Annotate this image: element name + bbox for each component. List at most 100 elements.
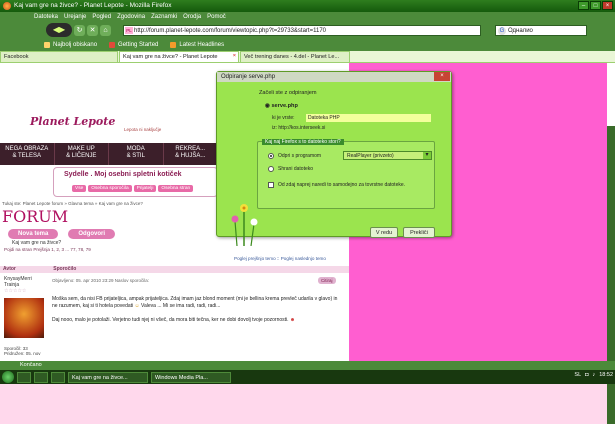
bookmark-label: Getting Started xyxy=(118,41,159,48)
category-face-body[interactable]: NEGA OBRAZA & TELESA xyxy=(0,143,55,165)
post-header-bar: Avtor Sporočilo xyxy=(0,266,349,273)
site-logo[interactable]: Planet Lepote xyxy=(30,115,115,128)
taskbar-firefox[interactable]: Kaj vam gre na živce... xyxy=(68,371,148,383)
thread-title-link[interactable]: Kaj vam gre na živce? xyxy=(12,240,61,246)
bookmark-most-visited[interactable]: Najbolj obiskano xyxy=(44,41,98,48)
window-title: Kaj vam gre na živce? - Planet Lepote - … xyxy=(14,2,172,9)
clock[interactable]: 18:52 xyxy=(599,372,613,378)
quick-launch-icon[interactable] xyxy=(51,371,65,383)
topic-navigation[interactable]: Poglej prejšnjo temo :: Poglej naslednjo… xyxy=(234,256,326,261)
bookmark-icon xyxy=(109,41,116,48)
quick-launch-icon[interactable] xyxy=(17,371,31,383)
save-file-label: Shrani datoteko xyxy=(278,166,314,172)
quick-launch-icon[interactable] xyxy=(34,371,48,383)
bookmark-latest-headlines[interactable]: Latest Headlines xyxy=(170,41,225,48)
quote-button[interactable]: Citiraj xyxy=(318,277,336,284)
post-body-line: Daj nooo, malo je potolaži. Verjetno tud… xyxy=(52,317,290,323)
user-joined: Pridružen: 05. nov xyxy=(4,351,41,356)
home-icon[interactable]: ⌂ xyxy=(100,24,111,36)
from-line: iz: http://kos.interseek.si xyxy=(272,125,325,131)
save-file-radio[interactable] xyxy=(268,166,274,172)
category-nav: NEGA OBRAZA & TELESA MAKE UP & LIČENJE MOD… xyxy=(0,143,218,165)
navigation-toolbar: ◀▶ ↻ ✕ ⌂ PL http://forum.planet-lepote.c… xyxy=(0,22,615,38)
chip-friends[interactable]: Prijatelji xyxy=(133,185,157,192)
cancel-button[interactable]: Prekliči xyxy=(403,227,435,238)
wink-smiley-icon: ☺ xyxy=(134,303,140,309)
bookmark-label: Latest Headlines xyxy=(179,41,225,48)
system-tray: SL ◘ ♪ 18:52 xyxy=(574,372,613,378)
search-input[interactable]: G Одналио xyxy=(495,24,587,36)
program-select[interactable]: RealPlayer (privzeto) xyxy=(343,151,432,160)
category-line: & TELESA xyxy=(12,153,42,159)
network-icon[interactable]: ◘ xyxy=(585,372,588,378)
rank-stars-icon: ☆☆☆☆☆ xyxy=(4,288,27,294)
address-bar[interactable]: PL http://forum.planet-lepote.com/forum/… xyxy=(123,24,481,36)
personal-corner-title: Sydelle . Moj osebni spletni kotiček xyxy=(64,171,182,178)
open-with-label: Odpri s programom xyxy=(278,153,322,159)
pagination[interactable]: Pojdi na stran Prejšnja 1, 2, 3 ... 77, … xyxy=(4,247,91,252)
type-value: Datoteka PHP xyxy=(306,114,431,122)
menu-history[interactable]: Zgodovina xyxy=(117,14,145,20)
bookmark-getting-started[interactable]: Getting Started xyxy=(109,41,159,48)
menu-tools[interactable]: Orodja xyxy=(183,14,201,20)
start-button[interactable] xyxy=(2,371,14,383)
menu-edit[interactable]: Urejanje xyxy=(64,14,86,20)
dialog-filename-text: serve.php xyxy=(271,103,298,109)
tab-close-icon[interactable]: × xyxy=(233,53,236,59)
action-group-label: Kaj naj Firefox s to datoteko stori? xyxy=(262,139,344,145)
chip-all[interactable]: Vse xyxy=(72,185,87,192)
menu-help[interactable]: Pomoč xyxy=(207,14,226,20)
category-line: & STIL xyxy=(126,153,145,159)
reply-button[interactable]: Odgovori xyxy=(68,229,116,239)
remember-checkbox[interactable] xyxy=(268,182,274,188)
chip-personal-page[interactable]: Osebna stran xyxy=(158,185,194,192)
maximize-button[interactable]: □ xyxy=(590,1,601,10)
close-window-button[interactable]: × xyxy=(602,1,613,10)
smiley-icon: ☻ xyxy=(289,317,296,323)
post-body: Moška sem, da nisi FB prijateljica, ampa… xyxy=(52,296,342,324)
personal-corner-box: Sydelle . Moj osebni spletni kotiček Vse… xyxy=(53,167,218,197)
remember-label: Od zdaj naprej naredi to samodejno za to… xyxy=(278,182,406,188)
menu-view[interactable]: Pogled xyxy=(92,14,111,20)
menu-bookmarks[interactable]: Zaznamki xyxy=(151,14,177,20)
status-text: Končano xyxy=(20,362,42,368)
minimize-button[interactable]: – xyxy=(578,1,589,10)
volume-icon[interactable]: ♪ xyxy=(592,372,595,378)
language-indicator[interactable]: SL xyxy=(574,372,581,378)
taskbar: Kaj vam gre na živce... Windows Media Pl… xyxy=(0,370,615,384)
back-button[interactable]: ◀▶ xyxy=(46,23,72,37)
menu-file[interactable]: Datoteka xyxy=(34,14,58,20)
category-fashion[interactable]: MODA & STIL xyxy=(109,143,164,165)
decorative-flowers xyxy=(231,204,258,246)
window-titlebar: Kaj vam gre na živce? - Planet Lepote - … xyxy=(0,0,615,12)
site-favicon: PL xyxy=(125,26,133,34)
stop-icon[interactable]: ✕ xyxy=(87,24,98,36)
tab-facebook[interactable]: Facebook xyxy=(0,51,118,62)
rss-icon xyxy=(170,41,177,48)
taskbar-media-player[interactable]: Windows Media Pla... xyxy=(151,371,231,383)
breadcrumb[interactable]: Tukaj ste: Planet Lepote forum » Glavna … xyxy=(2,201,143,206)
tab-label: Več trening danes - 4.del - Planet Le... xyxy=(244,54,340,60)
category-line: & LIČENJE xyxy=(66,153,97,159)
new-topic-button[interactable]: Nova tema xyxy=(8,229,59,239)
google-icon: G xyxy=(498,26,506,35)
ok-button[interactable]: V redu xyxy=(370,227,398,238)
dialog-filename: ◉ serve.php xyxy=(265,103,298,109)
bookmark-label: Najbolj obiskano xyxy=(53,41,98,48)
tab-kaj-vam-gre[interactable]: Kaj vam gre na živce? - Planet Lepote × xyxy=(119,51,239,62)
category-makeup[interactable]: MAKE UP & LIČENJE xyxy=(55,143,109,165)
forum-post: KnysayMerri Trainja ☆☆☆☆☆ Sporočil: 33 P… xyxy=(0,274,349,361)
tab-vec-trening[interactable]: Več trening danes - 4.del - Planet Le... xyxy=(240,51,350,62)
action-group: Kaj naj Firefox s to datoteko stori? Odp… xyxy=(257,139,435,209)
category-line: REKREA... xyxy=(175,146,206,152)
chip-messages[interactable]: Osebna sporočila xyxy=(88,185,132,192)
from-value: http://kos.interseek.si xyxy=(278,125,326,131)
category-fitness[interactable]: REKREA... & HUJŠA... xyxy=(164,143,218,165)
dialog-close-button[interactable]: × xyxy=(434,72,450,81)
tab-label: Facebook xyxy=(4,54,29,60)
tab-strip: Facebook Kaj vam gre na živce? - Planet … xyxy=(0,51,615,63)
reload-icon[interactable]: ↻ xyxy=(74,24,85,36)
open-with-radio[interactable] xyxy=(268,153,274,159)
bookmark-icon xyxy=(44,41,50,48)
tab-label: Kaj vam gre na živce? - Planet Lepote xyxy=(123,54,218,60)
